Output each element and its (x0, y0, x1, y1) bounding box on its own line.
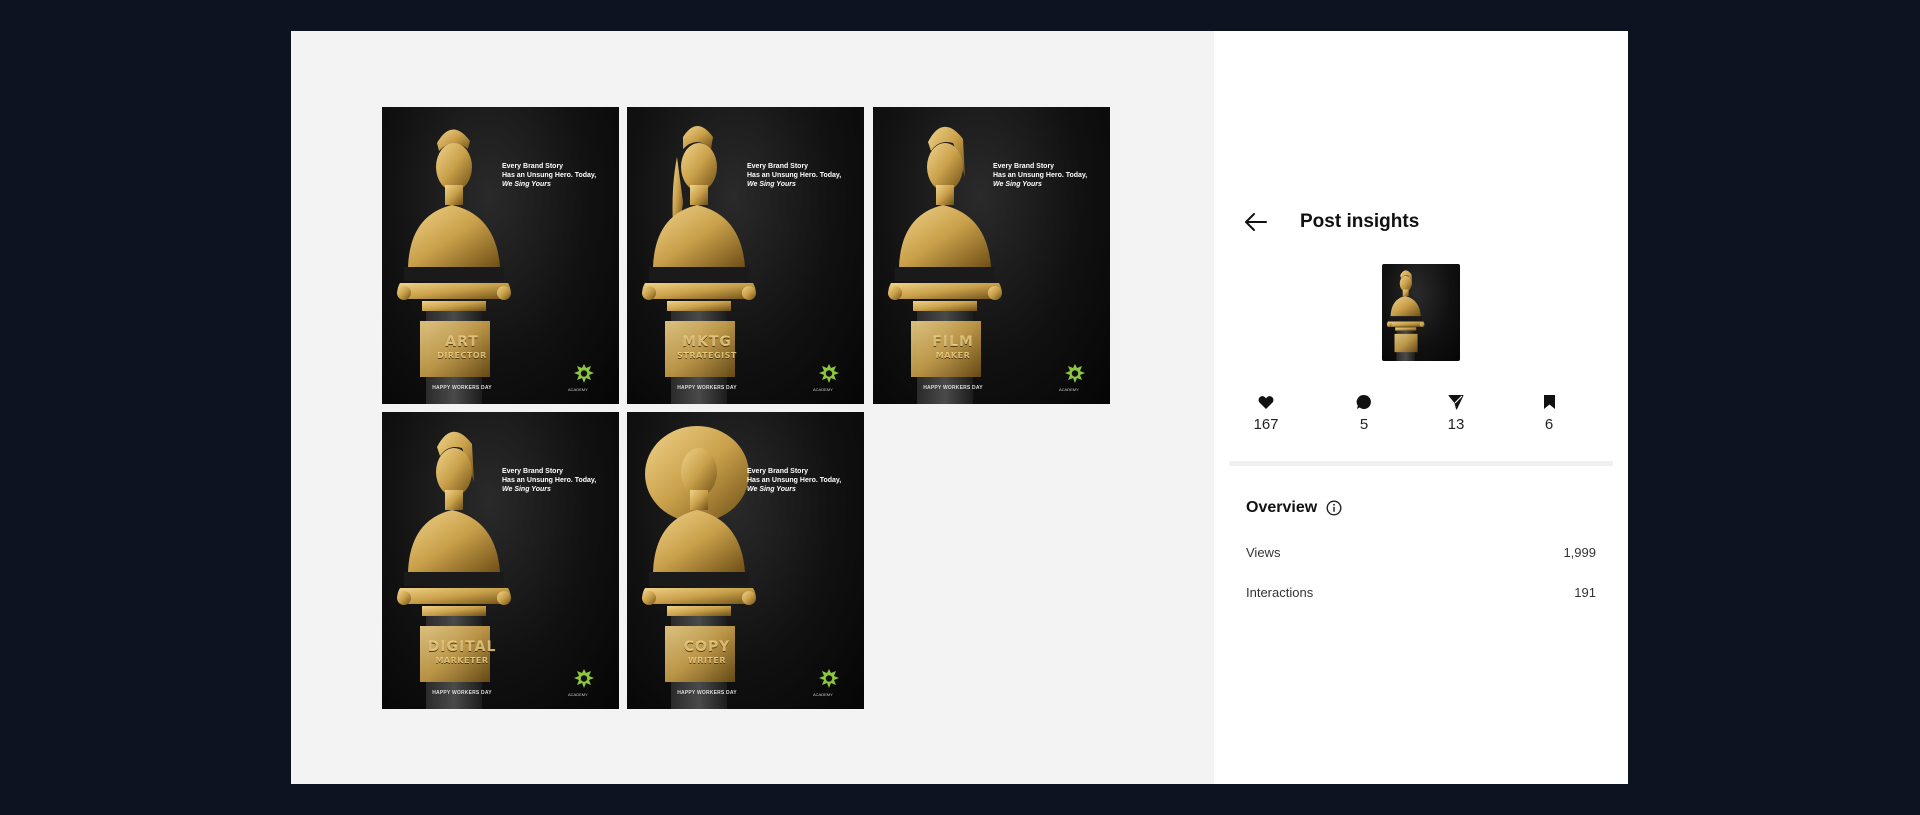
pedestal-plaque: ART DIRECTOR (437, 334, 487, 360)
comments-count: 5 (1359, 416, 1369, 433)
metric-value: 1,999 (1563, 545, 1596, 560)
metric-label: Interactions (1246, 585, 1314, 600)
info-icon (1326, 500, 1342, 516)
comment-icon (1356, 394, 1371, 409)
shares-stat: 13 (1426, 393, 1486, 433)
post-tagline: Every Brand Story Has an Unsung Hero. To… (502, 163, 597, 188)
engagement-stats: 167 5 13 6 (1236, 393, 1606, 441)
shares-count: 13 (1447, 416, 1465, 433)
insights-panel: Post insights 167 5 13 6 Overview Views … (1214, 31, 1628, 784)
logo-caption: ACADEMY (813, 387, 833, 392)
post-tile-film-maker[interactable]: Every Brand Story Has an Unsung Hero. To… (873, 107, 1110, 404)
pedestal-plaque: DIGITAL MARKETER (427, 639, 497, 665)
post-tile-mktg-strategist[interactable]: Every Brand Story Has an Unsung Hero. To… (627, 107, 864, 404)
post-footer: HAPPY WORKERS DAY (432, 385, 492, 391)
back-button[interactable] (1244, 209, 1270, 235)
logo-caption: ACADEMY (1059, 387, 1079, 392)
post-footer: HAPPY WORKERS DAY (677, 385, 737, 391)
post-tagline: Every Brand Story Has an Unsung Hero. To… (993, 163, 1088, 188)
metric-row-views: Views 1,999 (1246, 545, 1596, 560)
likes-count: 167 (1253, 416, 1279, 433)
post-footer: HAPPY WORKERS DAY (432, 690, 492, 696)
post-tile-copy-writer[interactable]: Every Brand Story Has an Unsung Hero. To… (627, 412, 864, 709)
app-window: Every Brand Story Has an Unsung Hero. To… (291, 31, 1628, 784)
logo-caption: ACADEMY (813, 692, 833, 697)
post-footer: HAPPY WORKERS DAY (677, 690, 737, 696)
metric-label: Views (1246, 545, 1281, 560)
saves-stat: 6 (1519, 393, 1579, 433)
logo-caption: ACADEMY (568, 692, 588, 697)
pedestal-plaque: MKTG STRATEGIST (677, 334, 737, 360)
arrow-left-icon (1245, 213, 1267, 231)
post-tagline: Every Brand Story Has an Unsung Hero. To… (502, 468, 597, 493)
overview-header: Overview (1246, 499, 1342, 517)
post-tagline: Every Brand Story Has an Unsung Hero. To… (747, 468, 842, 493)
logo-caption: ACADEMY (568, 387, 588, 392)
likes-stat: 167 (1236, 393, 1296, 433)
section-divider (1229, 461, 1613, 466)
post-tagline: Every Brand Story Has an Unsung Hero. To… (747, 163, 842, 188)
post-footer: HAPPY WORKERS DAY (923, 385, 983, 391)
heart-icon (1258, 395, 1274, 409)
send-icon (1448, 395, 1464, 410)
saves-count: 6 (1544, 416, 1554, 433)
post-thumbnail (1382, 264, 1460, 361)
pedestal-plaque: COPY WRITER (683, 639, 731, 665)
metric-row-interactions: Interactions 191 (1246, 585, 1596, 600)
bookmark-icon (1543, 395, 1555, 409)
pedestal-plaque: FILM MAKER (932, 334, 974, 360)
overview-info-button[interactable] (1326, 500, 1342, 516)
comments-stat: 5 (1334, 393, 1394, 433)
metric-value: 191 (1574, 585, 1596, 600)
page-title: Post insights (1300, 211, 1420, 232)
overview-title: Overview (1246, 499, 1318, 516)
post-tile-digital-marketer[interactable]: Every Brand Story Has an Unsung Hero. To… (382, 412, 619, 709)
post-tile-art-director[interactable]: Every Brand Story Has an Unsung Hero. To… (382, 107, 619, 404)
insights-header: Post insights (1244, 207, 1419, 237)
